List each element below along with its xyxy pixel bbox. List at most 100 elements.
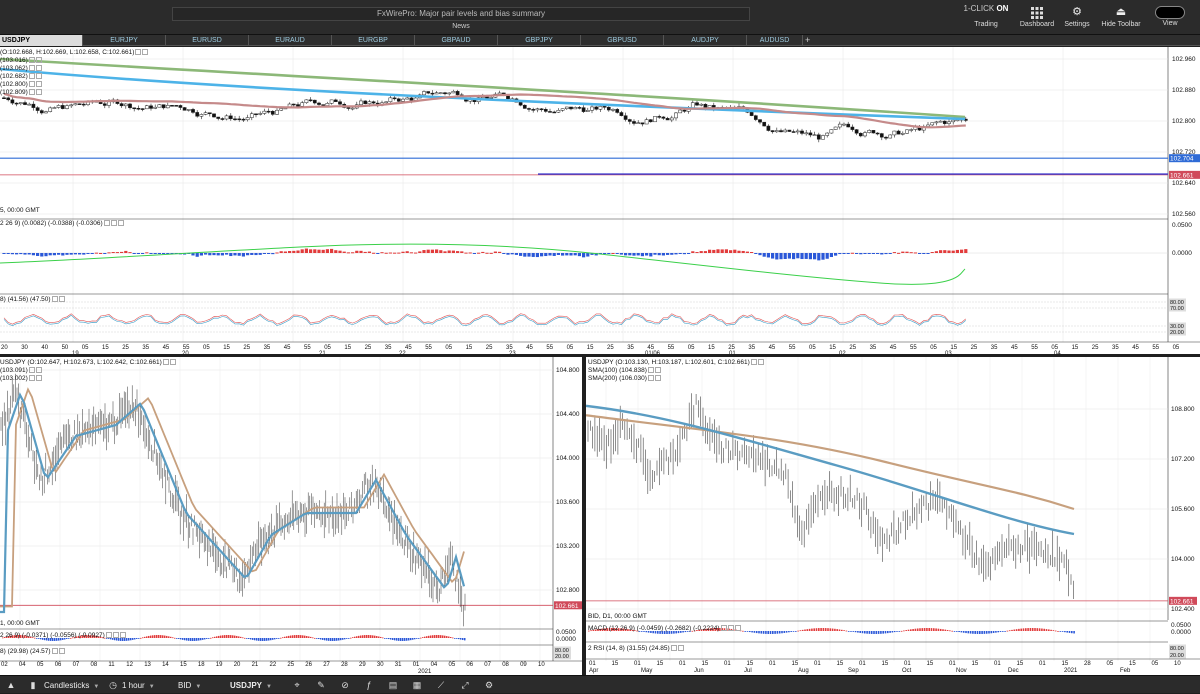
crosshair-icon[interactable]: ⌖ (290, 679, 304, 692)
macd-histogram-bar (884, 253, 888, 255)
macd-histogram-bar (355, 250, 359, 253)
chart-settings-icon[interactable]: ⚙ (482, 679, 496, 692)
expand-icon[interactable]: ⤢ (458, 679, 472, 692)
time-tick-label: 25 (243, 345, 250, 351)
settings-button[interactable]: ⚙ Settings (1052, 4, 1102, 32)
macd-histogram-bar (378, 636, 380, 638)
tab-gbpaud[interactable]: GBPAUD (415, 35, 498, 46)
tab-audusd[interactable]: AUDUSD (747, 35, 803, 46)
chart-pane-daily[interactable]: 108.800 107.200 105.600 104.000 102.400 102.6… (586, 357, 1200, 675)
sma100-legend: SMA(100) (104.838) (588, 367, 661, 375)
macd-signal-line (0, 243, 966, 285)
candle-body (577, 107, 582, 109)
macd-histogram-bar (905, 630, 907, 631)
macd-histogram-bar (246, 638, 248, 639)
line-tool-icon[interactable]: ⟋ (434, 679, 448, 692)
draw-tool-icon[interactable]: ✎ (314, 679, 328, 692)
macd-histogram-bar (94, 252, 98, 254)
layout-icon[interactable]: ▤ (386, 679, 400, 692)
candle-body (14, 102, 19, 105)
tab-euraud[interactable]: EURAUD (249, 35, 332, 46)
view-button[interactable]: View (1145, 4, 1195, 32)
macd-histogram-bar (914, 628, 917, 631)
macd-histogram-bar (1052, 630, 1055, 631)
macd-histogram-bar (314, 637, 316, 639)
view-toggle-icon (1145, 4, 1195, 20)
macd-histogram-bar (15, 253, 19, 255)
candle-body (884, 136, 888, 139)
date-tick-label: 15 (882, 661, 889, 667)
hide-toolbar-button[interactable]: ⏏ Hide Toolbar (1096, 4, 1146, 32)
candle-body (262, 110, 267, 114)
macd-histogram-bar (801, 629, 804, 631)
chart-pane-intraday[interactable]: 104.800 104.400 104.000 103.600 103.200 102.8… (0, 357, 582, 675)
candle-body (161, 104, 166, 109)
trading-label: Trading (974, 21, 998, 28)
macd-histogram-bar (820, 628, 822, 631)
macd-histogram-bar (871, 253, 875, 254)
candle-body (140, 108, 145, 110)
macd-histogram-bar (430, 249, 434, 253)
macd-histogram-bar (506, 253, 510, 255)
macd-histogram-bar (921, 628, 924, 631)
macd-histogram-bar (875, 631, 878, 634)
collapse-icon[interactable]: ▲ (4, 679, 18, 692)
macd-histogram-bar (364, 635, 366, 638)
macd-histogram-bar (136, 638, 138, 639)
macd-histogram-bar (156, 635, 158, 638)
news-ticker[interactable]: FxWirePro: Major pair levels and bias su… (172, 7, 750, 21)
date-tick-label: 01 (769, 661, 776, 667)
ma-legend-2: (103.062) (0, 65, 42, 73)
hourly-chart-canvas[interactable]: 102.960102.880102.800102.720102.640102.5… (0, 47, 1200, 354)
macd-histogram-bar (841, 629, 843, 631)
macd-histogram-bar (172, 637, 174, 639)
indicators-icon[interactable]: ƒ (362, 679, 376, 692)
price-type-select[interactable]: BID ▼ (178, 679, 201, 692)
time-tick-label: 45 (405, 345, 412, 351)
tab-eurjpy[interactable]: EURJPY (83, 35, 166, 46)
candle-body (153, 106, 158, 109)
candle-body (674, 112, 678, 119)
macd-histogram-bar (900, 630, 903, 632)
tab-eurgbp[interactable]: EURGBP (332, 35, 415, 46)
macd-histogram-bar (834, 628, 836, 631)
chart-pane-hourly[interactable]: 102.960 102.880 102.800 102.720 102.640 102.5… (0, 47, 1200, 354)
candle-body (783, 129, 788, 133)
price-tick-label: 102.960 (1172, 56, 1196, 63)
candle-body (535, 108, 540, 111)
templates-icon[interactable]: ▦ (410, 679, 424, 692)
macd-histogram-bar (340, 638, 342, 641)
macd-histogram-bar (145, 252, 149, 254)
macd-histogram-bar (774, 631, 776, 634)
tab-audjpy[interactable]: AUDJPY (664, 35, 747, 46)
intraday-chart-canvas[interactable]: 104.800 104.400 104.000 103.600 103.200 102.8… (0, 357, 582, 675)
macd-histogram-bar (776, 631, 779, 634)
tab-eurusd[interactable]: EURUSD (166, 35, 249, 46)
macd-histogram-bar (126, 638, 128, 641)
macd-histogram-bar (956, 631, 958, 632)
candle-body (619, 112, 624, 116)
timeframe-select[interactable]: 1 hour ▼ (122, 679, 155, 692)
tab-gbpusd[interactable]: GBPUSD (581, 35, 664, 46)
macd-histogram-bar (288, 250, 292, 253)
tab-usdjpy[interactable]: USDJPY (0, 35, 83, 46)
macd-histogram-bar (1004, 631, 1006, 632)
macd-histogram-bar (1038, 628, 1041, 631)
one-click-trading-button[interactable]: 1-CLICK ON Trading (958, 4, 1014, 32)
macd-histogram-bar (128, 252, 132, 254)
time-tick-label: 15 (829, 345, 836, 351)
tab-gbpjpy[interactable]: GBPJPY (498, 35, 581, 46)
candle-body (770, 130, 775, 133)
hide-drawings-icon[interactable]: ⊘ (338, 679, 352, 692)
symbol-select[interactable]: USDJPY ▼ (230, 679, 272, 692)
macd-histogram-bar (974, 631, 976, 634)
macd-histogram-bar (290, 635, 292, 638)
macd-histogram-bar (82, 253, 86, 255)
day-tick-label: 03 (945, 351, 952, 354)
candle-body (858, 132, 863, 137)
add-tab-button[interactable]: + (805, 35, 810, 46)
rsi-tick-label: 80.00 (1170, 646, 1184, 652)
macd-histogram-bar (160, 635, 162, 638)
macd-histogram-bar (716, 249, 720, 253)
chart-type-select[interactable]: Candlesticks ▼ (44, 679, 99, 692)
